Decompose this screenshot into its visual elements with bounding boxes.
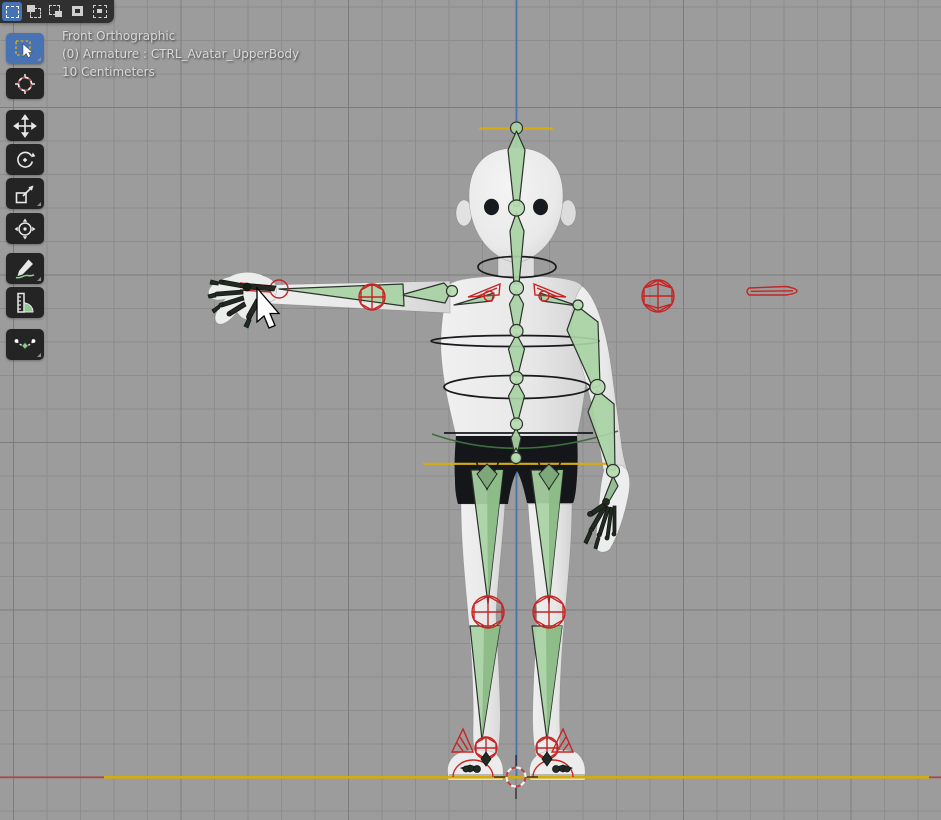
cursor-in-dashed-box-icon xyxy=(13,37,37,61)
invert-select-icon xyxy=(71,5,85,18)
view-label: Front Orthographic xyxy=(62,27,299,45)
blender-3d-viewport: Front Orthographic (0) Armature : CTRL_A… xyxy=(0,0,941,820)
dashed-square-icon xyxy=(6,6,19,18)
grid-scale-label: 10 Centimeters xyxy=(62,63,299,81)
tool-rotate[interactable] xyxy=(6,144,44,175)
active-object-label: (0) Armature : CTRL_Avatar_UpperBody xyxy=(62,45,299,63)
dashed-circle-crosshair-icon xyxy=(13,72,37,96)
right-knee-sphere-widget[interactable] xyxy=(533,596,565,628)
tool-move[interactable] xyxy=(6,110,44,141)
four-way-arrows-icon xyxy=(13,114,37,138)
viewport-canvas[interactable] xyxy=(0,0,941,820)
subtract-select-icon xyxy=(49,5,63,18)
left-eye xyxy=(484,199,499,215)
select-mode-bar xyxy=(0,0,114,23)
viewport-header: Front Orthographic (0) Armature : CTRL_A… xyxy=(62,27,299,81)
tool-cursor[interactable] xyxy=(6,68,44,99)
tool-scale[interactable] xyxy=(6,178,44,209)
pencil-green-stroke-icon xyxy=(13,257,37,281)
tool-annotate[interactable] xyxy=(6,253,44,284)
select-mode-intersect[interactable] xyxy=(90,2,110,21)
select-mode-extend[interactable] xyxy=(24,2,44,21)
tool-measure[interactable] xyxy=(6,287,44,318)
select-mode-subtract[interactable] xyxy=(46,2,66,21)
intersect-select-icon xyxy=(93,5,107,18)
square-diagonal-arrow-icon xyxy=(13,182,37,206)
circular-arrows-icon xyxy=(13,148,37,172)
tool-pose-breakdowner[interactable] xyxy=(6,329,44,360)
select-mode-invert[interactable] xyxy=(68,2,88,21)
circle-with-arrows-icon xyxy=(13,217,37,241)
ruler-protractor-icon xyxy=(13,291,37,315)
left-elbow-sphere-widget[interactable] xyxy=(359,284,385,310)
tool-tweak-select-box[interactable] xyxy=(6,33,44,64)
curve-green-diamond-icon xyxy=(13,333,37,357)
left-knee-sphere-widget[interactable] xyxy=(472,596,504,628)
right-eye xyxy=(533,199,548,215)
select-mode-set[interactable] xyxy=(2,2,22,21)
tool-column xyxy=(6,33,44,360)
tool-transform[interactable] xyxy=(6,213,44,244)
ik-target-sphere-widget[interactable] xyxy=(642,280,674,312)
extend-select-icon xyxy=(27,5,41,18)
